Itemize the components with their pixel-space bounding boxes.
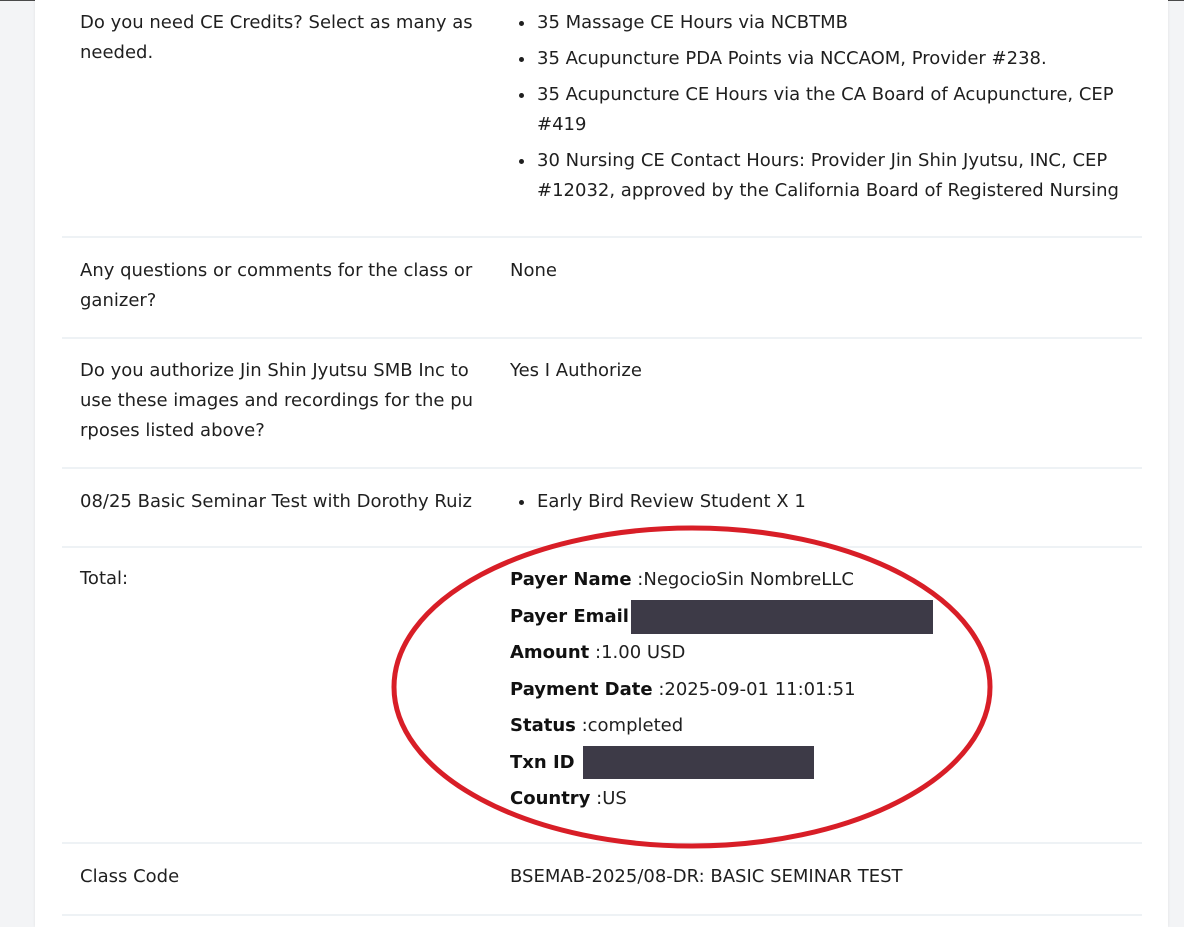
total-row: Total: Payer Name :NegocioSin NombreLLC …	[62, 548, 1142, 844]
ce-credits-label: Do you need CE Credits? Select as many a…	[80, 12, 473, 63]
country-key: Country	[510, 788, 591, 809]
payment-date-key: Payment Date	[510, 678, 653, 700]
payer-email-line: Payer Email	[510, 599, 1150, 636]
payer-name-line: Payer Name :NegocioSin NombreLLC	[510, 562, 1150, 599]
payment-details: Payer Name :NegocioSin NombreLLC Payer E…	[510, 562, 1150, 818]
questions-row: Any questions or comments for the class …	[62, 238, 1142, 339]
list-item: 35 Acupuncture CE Hours via the CA Board…	[510, 80, 1150, 140]
class-code-value: BSEMAB-2025/08-DR: BASIC SEMINAR TEST	[510, 866, 903, 887]
ce-credits-row: Do you need CE Credits? Select as many a…	[62, 0, 1142, 238]
txn-id-key: Txn ID	[510, 751, 575, 773]
txn-id-redaction	[582, 746, 814, 779]
seminar-value: Early Bird Review Student X 1	[510, 487, 1150, 523]
list-item: 30 Nursing CE Contact Hours: Provider Ji…	[510, 146, 1150, 206]
list-item: 35 Acupuncture PDA Points via NCCAOM, Pr…	[510, 44, 1150, 74]
total-label: Total:	[80, 568, 129, 589]
country-value: :US	[590, 788, 627, 809]
amount-key: Amount	[510, 642, 590, 663]
order-details-panel: Do you need CE Credits? Select as many a…	[35, 0, 1168, 927]
questions-value: None	[510, 260, 557, 281]
amount-value: :1.00 USD	[589, 642, 686, 663]
list-item: 35 Massage CE Hours via NCBTMB	[510, 8, 1150, 38]
seminar-list: Early Bird Review Student X 1	[510, 487, 1150, 517]
seminar-label: 08/25 Basic Seminar Test with Dorothy Ru…	[80, 491, 472, 512]
payer-name-value: :NegocioSin NombreLLC	[631, 569, 854, 590]
status-value: :completed	[575, 715, 684, 736]
authorize-label: Do you authorize Jin Shin Jyutsu SMB Inc…	[80, 360, 474, 441]
ce-credits-list: 35 Massage CE Hours via NCBTMB 35 Acupun…	[510, 8, 1150, 206]
ce-credits-value: 35 Massage CE Hours via NCBTMB 35 Acupun…	[510, 8, 1150, 212]
status-line: Status :completed	[510, 708, 1150, 745]
txn-id-line: Txn ID	[510, 745, 1150, 782]
country-line: Country :US	[510, 781, 1150, 818]
class-code-label: Class Code	[80, 866, 180, 887]
authorize-value: Yes I Authorize	[510, 360, 642, 381]
payer-name-key: Payer Name	[510, 569, 632, 590]
list-item: Early Bird Review Student X 1	[510, 487, 1150, 517]
authorize-row: Do you authorize Jin Shin Jyutsu SMB Inc…	[62, 339, 1142, 469]
seminar-row: 08/25 Basic Seminar Test with Dorothy Ru…	[62, 469, 1142, 548]
payment-date-value: :2025-09-01 11:01:51	[652, 678, 856, 700]
payment-date-line: Payment Date :2025-09-01 11:01:51	[510, 672, 1150, 709]
payer-email-redaction	[630, 599, 933, 634]
payer-email-key: Payer Email	[510, 605, 629, 627]
class-code-row: Class Code BSEMAB-2025/08-DR: BASIC SEMI…	[62, 844, 1142, 916]
status-key: Status	[510, 715, 576, 736]
amount-line: Amount :1.00 USD	[510, 635, 1150, 672]
questions-label: Any questions or comments for the class …	[80, 260, 473, 311]
